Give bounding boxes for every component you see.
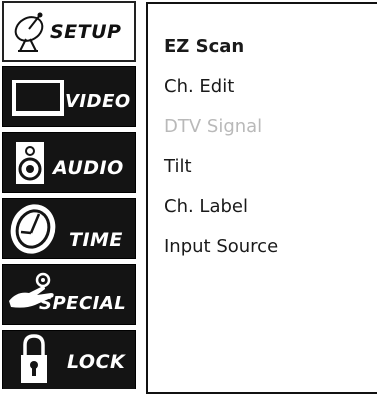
speaker-icon <box>15 141 45 189</box>
padlock-icon <box>19 333 49 389</box>
tab-audio[interactable]: AUDIO <box>2 132 136 193</box>
satellite-dish-icon <box>10 9 48 59</box>
tv-screen-icon <box>11 79 65 121</box>
tab-label-audio: AUDIO <box>53 157 124 179</box>
tab-label-video: VIDEO <box>65 91 131 112</box>
tab-video[interactable]: VIDEO <box>2 66 136 127</box>
tab-time[interactable]: TIME <box>2 198 136 259</box>
menu-item-ez-scan[interactable]: EZ Scan <box>164 36 244 57</box>
menu-item-ch-label[interactable]: Ch. Label <box>164 196 248 217</box>
menu-item-input-source[interactable]: Input Source <box>164 236 278 257</box>
tab-label-lock: LOCK <box>67 351 126 373</box>
tab-label-special: SPECIAL <box>39 293 127 314</box>
tab-label-setup: SETUP <box>50 21 122 43</box>
tab-setup[interactable]: SETUP <box>2 1 136 62</box>
menu-item-tilt[interactable]: Tilt <box>164 156 192 177</box>
tab-special[interactable]: SPECIAL <box>2 264 136 325</box>
menu-item-dtv-signal: DTV Signal <box>164 116 263 137</box>
menu-item-ch-edit[interactable]: Ch. Edit <box>164 76 234 97</box>
tab-label-time: TIME <box>69 229 123 251</box>
tab-lock[interactable]: LOCK <box>2 330 136 389</box>
menu-sidebar: SETUP VIDEO AUDIO TIME SPECIAL LOCK <box>0 0 138 389</box>
clock-icon <box>5 202 61 260</box>
